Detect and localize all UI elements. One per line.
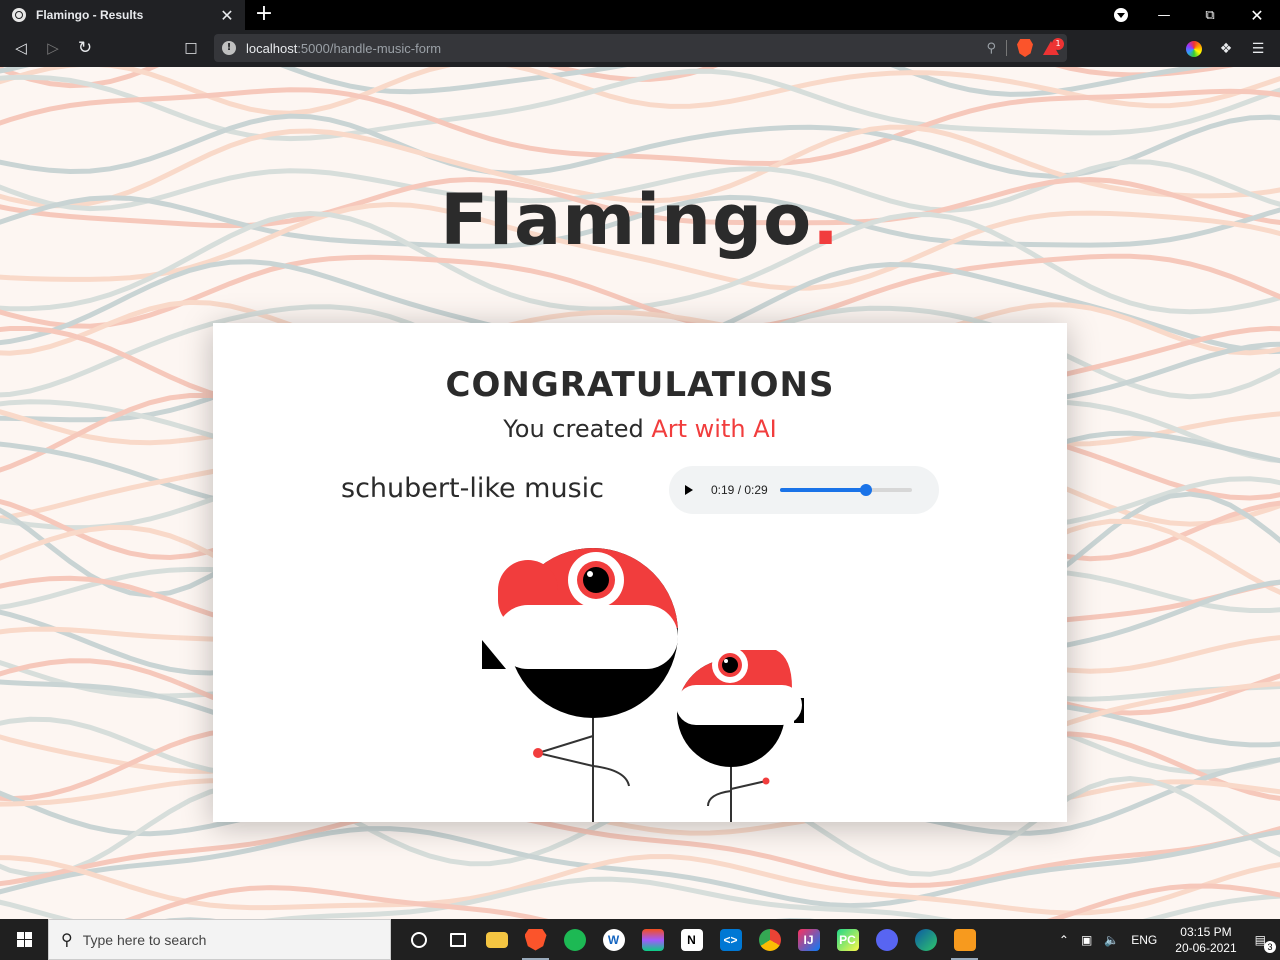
taskbar-clock[interactable]: 03:15 PM 20-06-2021 [1163, 924, 1248, 956]
extension-color-icon[interactable] [1185, 40, 1203, 58]
network-icon[interactable]: ▣ [1075, 933, 1098, 947]
globe-icon [12, 8, 26, 22]
flamingo-small [676, 647, 804, 822]
restore-button[interactable]: ⧉ [1187, 0, 1233, 30]
file-explorer-icon[interactable] [477, 919, 516, 960]
bookmark-button[interactable]: □ [180, 37, 202, 59]
music-label: schubert-like music [341, 473, 605, 504]
audio-time: 0:19 / 0:29 [711, 483, 768, 497]
notification-icon[interactable]: ▤ 3 [1249, 933, 1280, 953]
system-tray: ⌃ ▣ 🔈 ENG 03:15 PM 20-06-2021 ▤ 3 [1053, 919, 1280, 960]
seek-thumb[interactable] [860, 484, 873, 496]
close-window-button[interactable]: ✕ [1234, 0, 1280, 30]
reload-button[interactable]: ↻ [74, 37, 96, 59]
url-path: :5000/handle-music-form [297, 40, 442, 56]
forward-button[interactable]: ▷ [42, 37, 64, 59]
browser-tab-strip: Flamingo - Results ✕ + — ⧉ ✕ [0, 0, 1280, 30]
notification-count: 3 [1264, 940, 1276, 953]
clock-time: 03:15 PM [1180, 924, 1232, 939]
edge-icon[interactable] [906, 919, 945, 960]
tab-title: Flamingo - Results [36, 8, 144, 22]
language-indicator[interactable]: ENG [1125, 933, 1163, 947]
spotify-icon[interactable] [555, 919, 594, 960]
cortana-icon[interactable] [399, 919, 438, 960]
flamingo-illustration [482, 548, 804, 822]
brave-taskbar-icon[interactable] [516, 919, 555, 960]
rewards-badge: 1 [1052, 38, 1064, 50]
app-orange-icon[interactable] [945, 919, 984, 960]
page-viewport: Flamingo. CONGRATULATIONS You created Ar… [0, 67, 1280, 919]
puzzle-icon[interactable]: ❖ [1217, 40, 1235, 58]
minimize-button[interactable]: — [1141, 0, 1187, 30]
play-icon[interactable] [685, 485, 693, 495]
search-icon: ⚲ [61, 930, 73, 949]
menu-icon[interactable]: ☰ [1249, 40, 1267, 58]
address-bar[interactable]: ! localhost:5000/handle-music-form ⚲ [214, 34, 1067, 62]
brand-logo: Flamingo. [440, 179, 840, 261]
brave-shields-icon[interactable] [1017, 39, 1033, 57]
browser-tab[interactable]: Flamingo - Results ✕ [0, 0, 245, 30]
audio-player[interactable]: 0:19 / 0:29 [669, 466, 939, 514]
pycharm-icon[interactable]: PC [828, 919, 867, 960]
discord-icon[interactable] [867, 919, 906, 960]
taskbar-search-box[interactable]: ⚲ Type here to search [48, 919, 391, 960]
chevron-down-icon [1114, 8, 1128, 22]
clock-date: 20-06-2021 [1175, 940, 1237, 955]
vscode-icon[interactable]: <> [711, 919, 750, 960]
tray-overflow-icon[interactable]: ⌃ [1053, 933, 1075, 947]
chrome-icon[interactable] [750, 919, 789, 960]
audio-seek-bar[interactable] [779, 484, 912, 496]
result-card: CONGRATULATIONS You created Art with AI … [213, 323, 1067, 822]
subtitle: You created Art with AI [503, 415, 777, 443]
search-placeholder: Type here to search [82, 931, 207, 948]
figma-icon[interactable] [633, 919, 672, 960]
page-title: CONGRATULATIONS [445, 365, 835, 405]
os-taskbar: ⚲ Type here to search W N <> IJ PC ⌃ ▣ 🔈… [0, 919, 1280, 960]
volume-icon[interactable]: 🔈 [1098, 933, 1125, 947]
task-view-icon[interactable] [438, 919, 477, 960]
info-icon[interactable]: ! [222, 41, 236, 55]
tab-search-button[interactable] [1098, 0, 1144, 30]
notion-icon[interactable]: N [672, 919, 711, 960]
url-host: localhost [246, 40, 298, 56]
wunderlist-icon[interactable]: W [594, 919, 633, 960]
back-button[interactable]: ◁ [10, 37, 32, 59]
start-button[interactable] [0, 919, 48, 960]
intellij-icon[interactable]: IJ [789, 919, 828, 960]
background-wave [0, 67, 1234, 89]
taskbar-apps: W N <> IJ PC [399, 919, 984, 960]
tab-close-button[interactable]: ✕ [219, 6, 235, 25]
new-tab-button[interactable]: + [252, 2, 276, 26]
flamingo-large [482, 548, 678, 822]
windows-icon [16, 932, 32, 947]
zoom-icon[interactable]: ⚲ [986, 41, 996, 56]
